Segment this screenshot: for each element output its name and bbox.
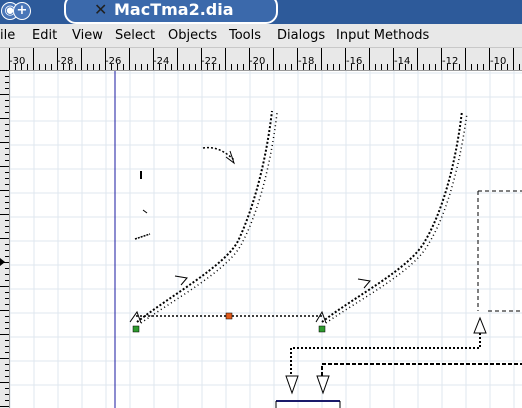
- menu-objects[interactable]: Objects: [168, 28, 217, 43]
- menu-view[interactable]: View: [72, 28, 103, 43]
- grid: [10, 71, 522, 408]
- ruler-label: -28: [57, 56, 74, 67]
- menu-file[interactable]: ile: [0, 28, 15, 43]
- vertical-ruler[interactable]: [0, 70, 10, 408]
- ruler-label: -12: [442, 56, 459, 67]
- horizontal-ruler[interactable]: -30 -28 -26 -24 -22 -20 -18 -16 -14 -12 …: [9, 48, 522, 71]
- canvas-svg: [10, 71, 522, 408]
- plus-icon: +: [16, 3, 28, 18]
- handle-green[interactable]: [132, 325, 140, 333]
- ruler-label: -16: [346, 56, 363, 67]
- ruler-label: -10: [490, 56, 507, 67]
- handle-orange[interactable]: [225, 312, 233, 320]
- menu-edit[interactable]: Edit: [32, 28, 57, 43]
- fragment: [134, 233, 151, 240]
- ruler-label: -22: [201, 56, 218, 67]
- ruler-label: -26: [105, 56, 122, 67]
- ruler-label: -24: [153, 56, 170, 67]
- window-title: MacTma2.dia: [114, 0, 234, 19]
- title-bar: ◉ + ✕ MacTma2.dia: [0, 0, 522, 24]
- arrow-up-icon[interactable]: [473, 316, 487, 334]
- small-stroke[interactable]: [202, 146, 236, 162]
- curve-end: [129, 310, 142, 324]
- ruler-label: -14: [394, 56, 411, 67]
- curve-end: [315, 310, 327, 324]
- menu-tools[interactable]: Tools: [229, 28, 261, 43]
- dia-icon: ✕: [94, 0, 108, 19]
- curve-arrow: [174, 275, 188, 286]
- menu-select[interactable]: Select: [115, 28, 155, 43]
- flow-line[interactable]: [290, 333, 481, 376]
- ruler-label: -20: [249, 56, 266, 67]
- add-button[interactable]: +: [13, 2, 31, 20]
- vruler-ticks: [0, 70, 9, 407]
- ruler-label: -18: [298, 56, 315, 67]
- fragment: [142, 209, 148, 214]
- diagram-canvas[interactable]: [10, 71, 522, 408]
- menu-input-methods[interactable]: Input Methods: [336, 28, 429, 43]
- curve-arrow: [357, 278, 371, 289]
- handle-green[interactable]: [318, 325, 326, 333]
- ruler-label: -30: [9, 56, 26, 67]
- ruler-marker-icon: [0, 258, 5, 266]
- menu-dialogs[interactable]: Dialogs: [277, 28, 325, 43]
- menu-bar: ile Edit View Select Objects Tools Dialo…: [0, 24, 522, 48]
- flow-line-2[interactable]: [321, 363, 522, 376]
